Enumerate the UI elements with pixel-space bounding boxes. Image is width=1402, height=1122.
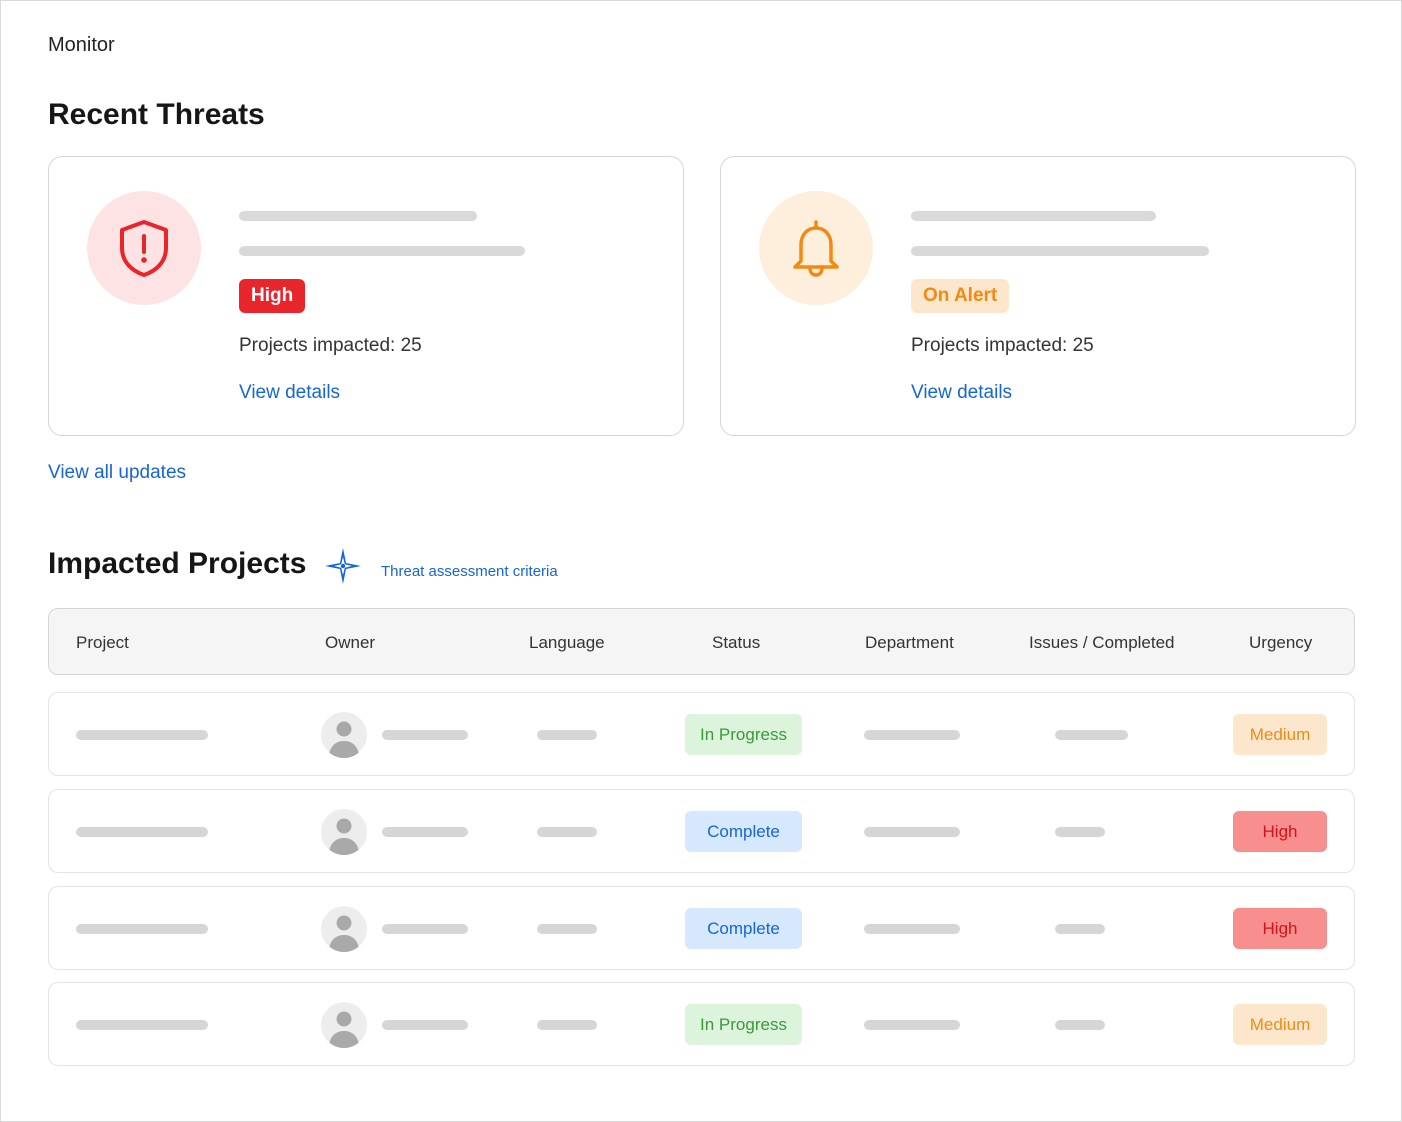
urgency-badge: High bbox=[1233, 908, 1327, 949]
projects-impacted: Projects impacted: 25 bbox=[239, 335, 422, 356]
recent-threats-title: Recent Threats bbox=[48, 98, 265, 131]
owner-placeholder bbox=[382, 1020, 468, 1030]
severity-badge: High bbox=[239, 279, 306, 313]
language-placeholder bbox=[537, 827, 597, 837]
project-placeholder bbox=[76, 1020, 208, 1030]
owner-placeholder bbox=[382, 924, 468, 934]
table-row[interactable]: In Progress Medium bbox=[48, 692, 1355, 776]
table-row[interactable]: In Progress Medium bbox=[48, 982, 1355, 1066]
column-header-urgency[interactable]: Urgency bbox=[1249, 609, 1312, 676]
language-placeholder bbox=[537, 924, 597, 934]
table-row[interactable]: Complete High bbox=[48, 789, 1355, 873]
user-icon bbox=[329, 915, 359, 952]
avatar bbox=[321, 809, 367, 855]
shield-alert-icon bbox=[120, 220, 168, 277]
user-icon bbox=[329, 818, 359, 855]
threat-card-high: High Projects impacted: 25 View details bbox=[48, 156, 684, 436]
view-details-link[interactable]: View details bbox=[911, 382, 1012, 404]
column-header-status[interactable]: Status bbox=[712, 609, 760, 676]
issues-placeholder bbox=[1055, 924, 1105, 934]
column-header-project[interactable]: Project bbox=[76, 609, 129, 676]
column-header-language[interactable]: Language bbox=[529, 609, 605, 676]
department-placeholder bbox=[864, 924, 960, 934]
department-placeholder bbox=[864, 1020, 960, 1030]
language-placeholder bbox=[537, 730, 597, 740]
status-badge: In Progress bbox=[685, 1004, 802, 1045]
column-header-owner[interactable]: Owner bbox=[325, 609, 375, 676]
issues-placeholder bbox=[1055, 827, 1105, 837]
column-header-issues-completed[interactable]: Issues / Completed bbox=[1029, 609, 1175, 676]
title-placeholder bbox=[911, 211, 1156, 221]
severity-badge: On Alert bbox=[911, 279, 1010, 313]
table-row[interactable]: Complete High bbox=[48, 886, 1355, 970]
owner-placeholder bbox=[382, 730, 468, 740]
user-icon bbox=[329, 1011, 359, 1048]
avatar bbox=[321, 712, 367, 758]
title-placeholder bbox=[239, 211, 477, 221]
subtitle-placeholder bbox=[239, 246, 525, 256]
bell-icon bbox=[793, 220, 839, 277]
department-placeholder bbox=[864, 730, 960, 740]
status-badge: Complete bbox=[685, 908, 802, 949]
project-placeholder bbox=[76, 827, 208, 837]
urgency-badge: Medium bbox=[1233, 714, 1327, 755]
threat-icon-circle bbox=[759, 191, 873, 305]
issues-placeholder bbox=[1055, 1020, 1105, 1030]
department-placeholder bbox=[864, 827, 960, 837]
owner-placeholder bbox=[382, 827, 468, 837]
subtitle-placeholder bbox=[911, 246, 1209, 256]
threat-card-alert: On Alert Projects impacted: 25 View deta… bbox=[720, 156, 1356, 436]
view-details-link[interactable]: View details bbox=[239, 382, 340, 404]
avatar bbox=[321, 906, 367, 952]
avatar bbox=[321, 1002, 367, 1048]
breadcrumb[interactable]: Monitor bbox=[48, 34, 115, 57]
threat-icon-circle bbox=[87, 191, 201, 305]
user-icon bbox=[329, 721, 359, 758]
threat-assessment-criteria-link[interactable]: Threat assessment criteria bbox=[381, 563, 558, 580]
language-placeholder bbox=[537, 1020, 597, 1030]
projects-impacted: Projects impacted: 25 bbox=[911, 335, 1094, 356]
view-all-updates-link[interactable]: View all updates bbox=[48, 462, 186, 484]
impacted-projects-title: Impacted Projects bbox=[48, 547, 307, 580]
issues-placeholder bbox=[1055, 730, 1128, 740]
urgency-badge: High bbox=[1233, 811, 1327, 852]
urgency-badge: Medium bbox=[1233, 1004, 1327, 1045]
status-badge: Complete bbox=[685, 811, 802, 852]
project-placeholder bbox=[76, 730, 208, 740]
column-header-department[interactable]: Department bbox=[865, 609, 954, 676]
sparkle-icon[interactable] bbox=[324, 547, 362, 585]
status-badge: In Progress bbox=[685, 714, 802, 755]
table-header: Project Owner Language Status Department… bbox=[48, 608, 1355, 675]
project-placeholder bbox=[76, 924, 208, 934]
